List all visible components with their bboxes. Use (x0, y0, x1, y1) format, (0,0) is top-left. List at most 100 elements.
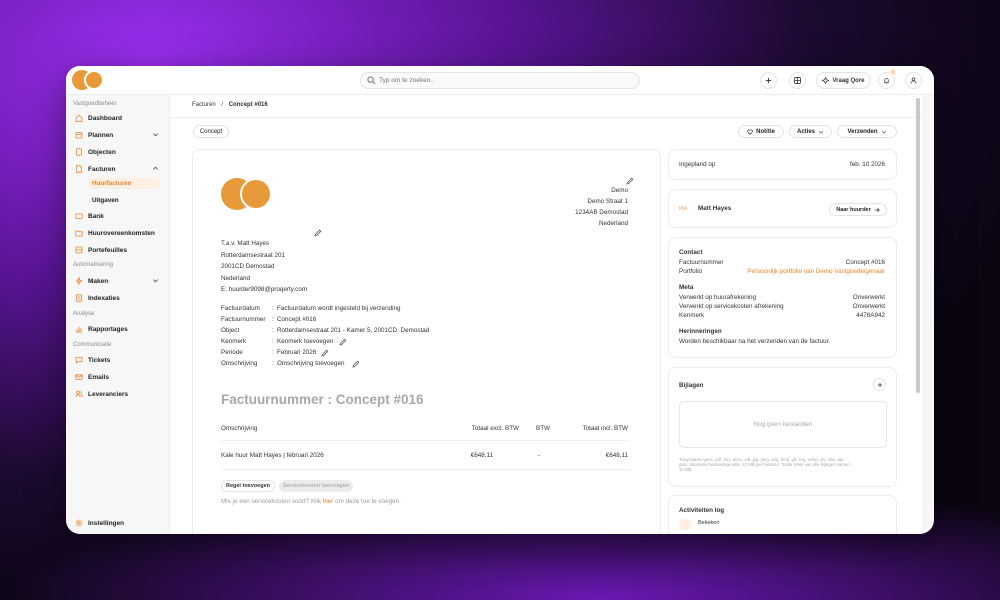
sidebar-item-label: Plannen (88, 131, 114, 139)
verzenden-dropdown[interactable]: Verzenden (837, 125, 897, 138)
meta-label: Verwerkt op servicekosten afrekening (679, 303, 784, 310)
sidebar-item-maken[interactable]: Maken (75, 275, 161, 287)
detail-colon: : (272, 338, 274, 345)
info-card: Contact Factuurnummer Concept #016 Portf… (668, 237, 897, 358)
activity-title: Activiteiten log (679, 507, 725, 514)
sender-street: Demo Straat 1 (587, 198, 628, 205)
detail-value: Factuurdatum wordt ingesteld bij verzend… (277, 305, 401, 312)
sidebar-item-objecten[interactable]: Objecten (75, 146, 161, 158)
sidebar-subitem-huurfacturen[interactable]: Huurfacturen (88, 178, 160, 189)
document-icon (76, 148, 82, 156)
sidebar-item-label: Huurovereenkomsten (88, 229, 155, 237)
sidebar-item-huurovereenkomsten[interactable]: Huurovereenkomsten (75, 227, 161, 239)
meta-value: Onverwerkt (852, 294, 885, 301)
periode-value[interactable]: Februari 2026 (277, 349, 316, 356)
sidebar-item-facturen[interactable]: Facturen (75, 163, 161, 175)
profile-button[interactable] (905, 72, 922, 89)
hint-link[interactable]: hier (323, 498, 334, 505)
section-title-automatisering: Automatisering (73, 262, 114, 268)
add-attachment-button[interactable] (873, 378, 886, 391)
table-header: BTW (536, 425, 550, 432)
grid-icon (794, 77, 801, 84)
acties-label: Acties (796, 128, 815, 135)
main-content: Facturen / Concept #016 Concept Notitie … (169, 95, 922, 534)
detail-colon: : (272, 316, 274, 323)
sidebar-subitem-uitgaven[interactable]: Uitgaven (88, 195, 160, 206)
contact-value: Concept #016 (845, 259, 885, 266)
notitie-button[interactable]: Notitie (738, 125, 784, 138)
section-title-vastgoedbeheer: Vastgoedbeheer (73, 101, 117, 107)
sender-name: Demo (611, 187, 628, 194)
go-to-tenant-label: Naar huurder (836, 206, 871, 213)
table-header: Totaal excl. BTW (471, 425, 519, 432)
chevron-down-icon[interactable] (152, 131, 159, 138)
service-costs-hint: Mis je een servicekosten soort? Klik hie… (221, 498, 401, 505)
kenmerk-add-link[interactable]: Kenmerk toevoegen (277, 338, 333, 345)
go-to-tenant-button[interactable]: Naar huurder (829, 203, 887, 216)
lightning-icon (75, 277, 83, 285)
sidebar-item-leveranciers[interactable]: Leveranciers (75, 388, 161, 400)
ask-qore-button[interactable]: Vraag Qore (816, 72, 871, 89)
sidebar-item-dashboard[interactable]: Dashboard (75, 112, 161, 124)
gear-icon (75, 519, 83, 527)
omschrijving-add-link[interactable]: Omschrijving toevoegen (277, 360, 345, 367)
tenant-name: Matt Hayes (698, 205, 732, 212)
edit-periode-pencil-icon[interactable] (321, 349, 329, 357)
notifications-button[interactable]: 0 (878, 69, 897, 89)
activity-item: Bekeken (698, 520, 720, 526)
eye-icon (679, 519, 691, 531)
search-input[interactable] (379, 74, 629, 87)
sidebar-item-bank[interactable]: Bank (75, 210, 161, 222)
sidebar-item-instellingen[interactable]: Instellingen (75, 517, 161, 529)
table-divider (221, 469, 629, 470)
edit-sender-pencil-icon[interactable] (626, 177, 634, 185)
brand-logo[interactable] (72, 70, 104, 90)
users-icon (75, 390, 83, 398)
sidebar-item-tickets[interactable]: Tickets (75, 354, 161, 366)
sidebar-item-plannen[interactable]: Plannen (75, 129, 161, 141)
invoice-preview: Demo Demo Straat 1 1234AB Demostad Neder… (192, 149, 661, 534)
edit-omschrijving-pencil-icon[interactable] (352, 360, 360, 368)
detail-label: Object (221, 327, 240, 334)
avatar: MA (679, 206, 688, 212)
attachment-dropzone[interactable]: Nog geen bestanden (679, 401, 887, 448)
plus-icon (877, 382, 882, 387)
apps-button[interactable] (789, 72, 806, 89)
edit-kenmerk-pencil-icon[interactable] (339, 338, 347, 346)
mail-icon (75, 374, 83, 380)
detail-colon: : (272, 327, 274, 334)
sidebar-item-emails[interactable]: Emails (75, 371, 161, 383)
chevron-down-icon[interactable] (152, 277, 159, 284)
sidebar-item-label: Objecten (88, 148, 116, 156)
add-button[interactable] (760, 72, 777, 89)
chevron-up-icon[interactable] (152, 165, 159, 172)
sidebar-item-portefeuilles[interactable]: Portefeuilles (75, 244, 161, 256)
add-line-button[interactable]: Regel toevoegen (221, 480, 275, 492)
bank-icon (75, 213, 83, 219)
detail-label: Factuurdatum (221, 305, 260, 312)
edit-recipient-pencil-icon[interactable] (314, 229, 322, 237)
invoice-icon (76, 165, 82, 173)
sidebar-item-indexaties[interactable]: Indexaties (75, 292, 161, 304)
chevron-down-icon (818, 130, 824, 134)
sidebar-item-label: Instellingen (88, 519, 125, 527)
sidebar-item-rapportages[interactable]: Rapportages (75, 323, 161, 335)
meta-title: Meta (679, 284, 694, 291)
user-icon (910, 77, 917, 84)
planned-card: Ingepland op feb. 10 2026 (668, 149, 897, 180)
table-cell-excl: €648,11 (470, 452, 493, 459)
table-cell-description: Kale huur Matt Hayes | februari 2026 (221, 452, 324, 459)
portfolio-link[interactable]: Persoonlijk portfolio van Demo Vastgoede… (747, 268, 885, 275)
scrollbar[interactable] (916, 98, 920, 393)
acties-dropdown[interactable]: Acties (789, 125, 832, 138)
attachments-card: Bijlagen Nog geen bestanden Toegestane t… (668, 367, 897, 487)
sidebar-item-label: Indexaties (88, 294, 120, 302)
table-header: Totaal incl. BTW (582, 425, 629, 432)
search-bar[interactable] (360, 72, 640, 89)
detail-label: Omschrijving (221, 360, 258, 367)
recipient-country: Nederland (221, 275, 251, 282)
add-service-costs-button[interactable]: Servicekosten toevoegen (279, 480, 353, 492)
hint-text: Mis je een servicekosten soort? Klik (221, 498, 323, 505)
detail-colon: : (272, 305, 274, 312)
breadcrumb-parent[interactable]: Facturen (192, 102, 216, 108)
